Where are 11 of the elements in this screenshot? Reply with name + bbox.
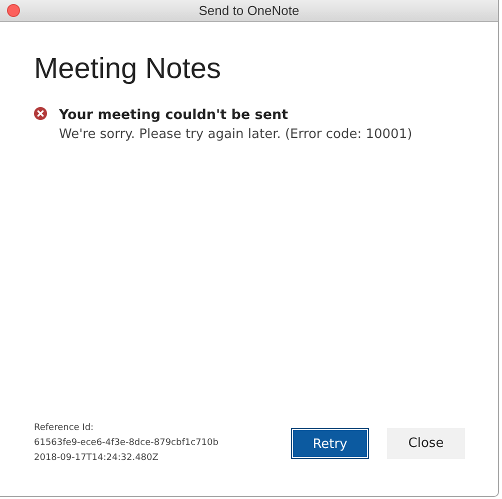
reference-text: Reference Id: <box>34 422 95 435</box>
window-title: Send to OneNote <box>198 2 300 20</box>
reference-text: 2018-09-17T14:24:32.480Z <box>34 452 160 465</box>
page-heading: Meeting Notes <box>34 52 222 87</box>
error-message: We're sorry. Please try again later. (Error code: 10001) <box>59 126 412 144</box>
retry-button[interactable]: Retry <box>291 428 369 459</box>
close-button[interactable]: Close <box>387 428 465 459</box>
close-window-button[interactable] <box>7 4 20 17</box>
error-title: Your meeting couldn't be sent <box>59 106 290 125</box>
error-icon <box>34 106 47 120</box>
reference-text: 61563fe9-ece6-4f3e-8dce-879cbf1c710b <box>34 437 220 450</box>
